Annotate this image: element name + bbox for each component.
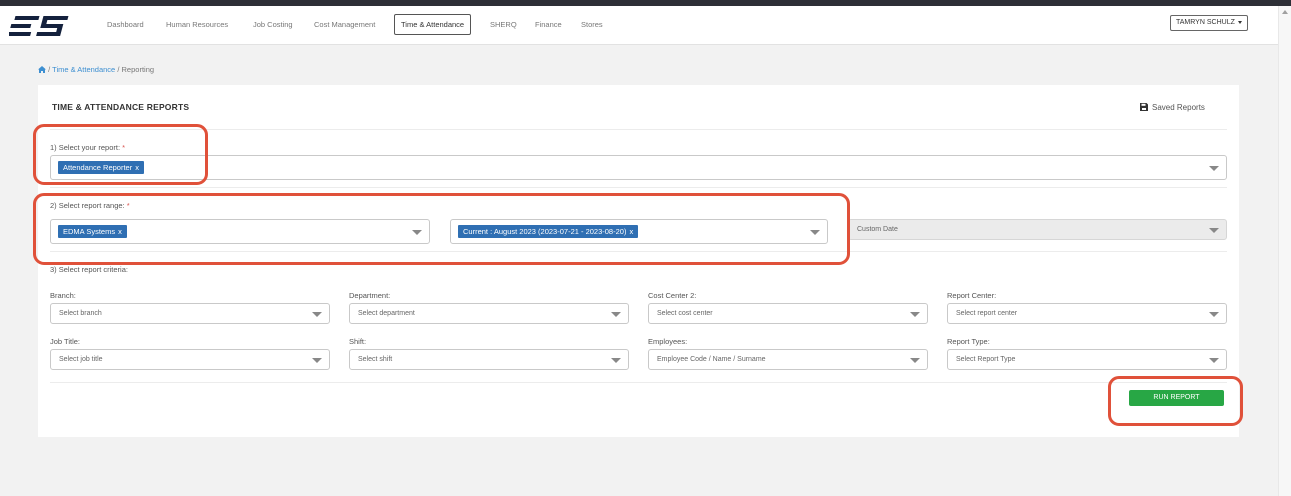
dropdown-arrow-icon[interactable] <box>1209 357 1219 363</box>
dropdown-arrow-icon[interactable] <box>611 311 621 317</box>
remove-tag-icon[interactable]: x <box>135 163 139 172</box>
branch-label: Branch: <box>50 291 76 300</box>
user-menu-button[interactable]: TAMRYN SCHULZ <box>1170 15 1248 31</box>
dropdown-arrow-icon[interactable] <box>910 357 920 363</box>
step1-label-text: 1) Select your report: <box>50 143 121 152</box>
selected-company-text: EDMA Systems <box>63 227 116 236</box>
report-type-label: Report Type: <box>947 337 990 346</box>
breadcrumb-separator: / <box>48 65 51 74</box>
shift-label: Shift: <box>349 337 367 346</box>
nav-sherq[interactable]: SHERQ <box>490 20 517 29</box>
job-title-select[interactable]: Select job title <box>50 349 330 370</box>
divider <box>50 129 1227 130</box>
employees-label: Employees: <box>648 337 688 346</box>
remove-tag-icon[interactable]: x <box>118 227 122 236</box>
caret-down-icon <box>1237 20 1242 24</box>
custom-date-select[interactable]: Custom Date <box>848 219 1227 240</box>
report-type-select[interactable]: Select Report Type <box>947 349 1227 370</box>
run-report-button[interactable]: RUN REPORT <box>1129 390 1224 406</box>
vertical-scrollbar[interactable] <box>1278 6 1291 496</box>
step2-label-text: 2) Select report range: <box>50 201 125 210</box>
nav-job-costing[interactable]: Job Costing <box>253 20 293 29</box>
report-type-placeholder: Select Report Type <box>956 356 1016 363</box>
divider <box>50 382 1227 383</box>
app-logo[interactable] <box>6 14 69 43</box>
shift-placeholder: Select shift <box>358 356 393 363</box>
home-icon[interactable] <box>38 66 46 75</box>
report-center-label: Report Center: <box>947 291 997 300</box>
reports-panel: TIME & ATTENDANCE REPORTS Saved Reports … <box>38 85 1239 437</box>
nav-dashboard[interactable]: Dashboard <box>107 20 144 29</box>
step3-label: 3) Select report criteria: <box>50 265 128 274</box>
divider <box>50 187 1227 188</box>
dropdown-arrow-icon[interactable] <box>1209 165 1219 171</box>
nav-time-attendance[interactable]: Time & Attendance <box>394 14 472 35</box>
divider <box>50 251 1227 252</box>
selected-company-tag: EDMA Systems x <box>58 225 127 238</box>
shift-select[interactable]: Select shift <box>349 349 629 370</box>
dropdown-arrow-icon[interactable] <box>810 229 820 235</box>
custom-date-text: Custom Date <box>857 226 898 233</box>
department-label: Department: <box>349 291 391 300</box>
period-select[interactable]: Current : August 2023 (2023-07-21 - 2023… <box>450 219 828 244</box>
selected-period-tag: Current : August 2023 (2023-07-21 - 2023… <box>458 225 639 238</box>
company-select[interactable]: EDMA Systems x <box>50 219 430 244</box>
save-icon <box>1140 103 1148 111</box>
dropdown-arrow-icon[interactable] <box>312 311 322 317</box>
breadcrumb-current: Reporting <box>121 65 155 74</box>
branch-select[interactable]: Select branch <box>50 303 330 324</box>
department-select[interactable]: Select department <box>349 303 629 324</box>
dropdown-arrow-icon[interactable] <box>910 311 920 317</box>
breadcrumb-time-attendance[interactable]: Time & Attendance <box>52 65 115 74</box>
branch-placeholder: Select branch <box>59 310 102 317</box>
job-title-placeholder: Select job title <box>59 356 103 363</box>
cost-center-label: Cost Center 2: <box>648 291 697 300</box>
user-name: TAMRYN SCHULZ <box>1176 19 1235 26</box>
scroll-up-icon[interactable] <box>1282 10 1288 14</box>
required-marker: * <box>126 201 130 210</box>
dropdown-arrow-icon[interactable] <box>312 357 322 363</box>
saved-reports-label: Saved Reports <box>1152 103 1205 112</box>
breadcrumb: / Time & Attendance / Reporting <box>38 65 154 75</box>
top-navbar: Dashboard Human Resources Job Costing Co… <box>0 6 1278 45</box>
remove-tag-icon[interactable]: x <box>629 227 633 236</box>
report-center-select[interactable]: Select report center <box>947 303 1227 324</box>
selected-report-text: Attendance Reporter <box>63 163 133 172</box>
step2-label: 2) Select report range: * <box>50 201 130 210</box>
required-marker: * <box>122 143 126 152</box>
selected-period-text: Current : August 2023 (2023-07-21 - 2023… <box>463 227 627 236</box>
employees-select[interactable]: Employee Code / Name / Surname <box>648 349 928 370</box>
selected-report-tag: Attendance Reporter x <box>58 161 144 174</box>
saved-reports-link[interactable]: Saved Reports <box>1140 103 1205 112</box>
nav-stores[interactable]: Stores <box>581 20 603 29</box>
dropdown-arrow-icon[interactable] <box>1209 311 1219 317</box>
report-center-placeholder: Select report center <box>956 310 1018 317</box>
department-placeholder: Select department <box>358 310 415 317</box>
nav-cost-management[interactable]: Cost Management <box>314 20 375 29</box>
cost-center-select[interactable]: Select cost center <box>648 303 928 324</box>
report-select[interactable]: Attendance Reporter x <box>50 155 1227 180</box>
job-title-label: Job Title: <box>50 337 81 346</box>
dropdown-arrow-icon[interactable] <box>1209 227 1219 233</box>
dropdown-arrow-icon[interactable] <box>611 357 621 363</box>
step1-label: 1) Select your report: * <box>50 143 125 152</box>
page-title: TIME & ATTENDANCE REPORTS <box>52 102 190 112</box>
cost-center-placeholder: Select cost center <box>657 310 713 317</box>
nav-human-resources[interactable]: Human Resources <box>166 20 228 29</box>
employees-placeholder: Employee Code / Name / Surname <box>657 356 766 363</box>
nav-finance[interactable]: Finance <box>535 20 562 29</box>
dropdown-arrow-icon[interactable] <box>412 229 422 235</box>
breadcrumb-separator: / <box>117 65 120 74</box>
